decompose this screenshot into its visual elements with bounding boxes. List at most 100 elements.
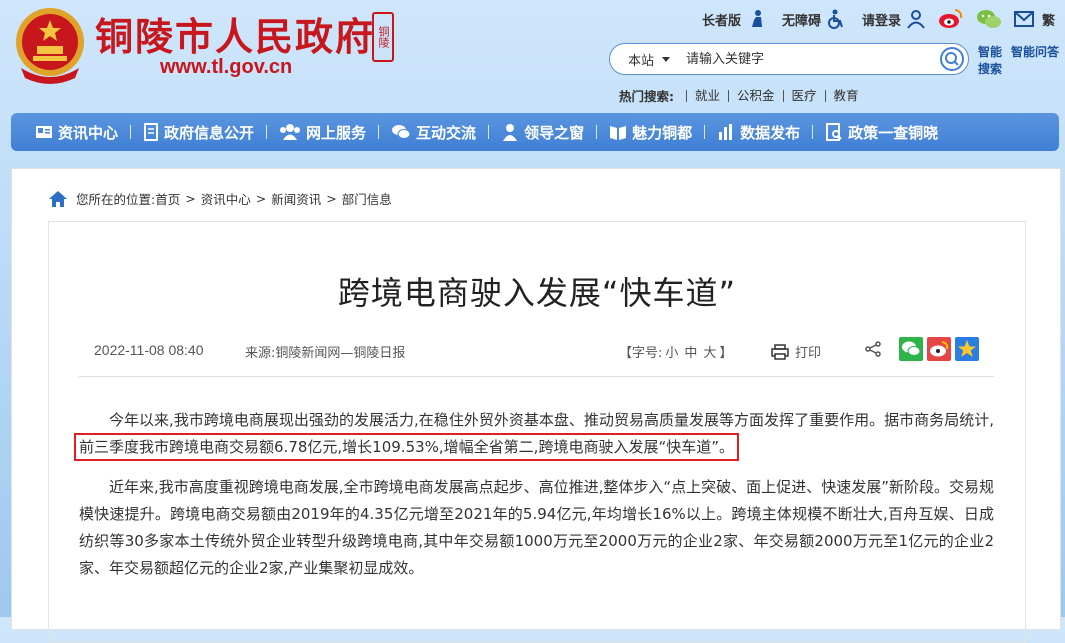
nav-label: 数据发布	[740, 123, 801, 142]
star-icon	[958, 340, 976, 357]
breadcrumb-separator: >	[326, 191, 337, 206]
weibo-link[interactable]	[938, 8, 964, 30]
weibo-icon	[938, 9, 963, 28]
wechat-icon	[976, 10, 1001, 28]
article-title: 跨境电商驶入发展“快车道”	[337, 274, 737, 312]
highlighted-sentence: 前三季度我市跨境电商交易额6.78亿元,增长109.53%,增幅全省第二,跨境电…	[74, 433, 739, 461]
nav-label: 互动交流	[416, 123, 477, 142]
main-nav: 资讯中心 政府信息公开 网上服务 互动交流 领导之窗 魅力铜都 数据发布 政策一…	[11, 113, 1059, 151]
wheelchair-icon	[827, 9, 843, 29]
search-bar: 本站	[609, 43, 969, 75]
person-icon	[503, 124, 518, 141]
search-icon	[940, 47, 964, 71]
nav-label: 领导之窗	[524, 123, 585, 142]
smart-qa-link[interactable]: 智能问答	[1010, 44, 1060, 61]
login-label: 请登录	[861, 13, 901, 29]
accessibility-label: 无障碍	[781, 13, 821, 29]
font-size-end: 】	[719, 346, 733, 361]
elder-version-link[interactable]: 长者版	[702, 9, 766, 29]
site-header: 铜陵市人民政府 铜陵 www.tl.gov.cn 长者版 无障碍 请登录 繁 本…	[0, 0, 1065, 112]
article-card: 跨境电商驶入发展“快车道” 2022-11-08 08:40 来源:铜陵新闻网—…	[48, 221, 1026, 643]
nav-item-interaction[interactable]: 互动交流	[391, 113, 476, 151]
nav-label: 政府信息公开	[164, 123, 255, 142]
nav-divider	[130, 125, 132, 139]
traditional-chinese-link[interactable]: 繁	[1042, 10, 1055, 29]
login-link[interactable]: 请登录	[862, 9, 926, 29]
share-button[interactable]	[865, 341, 881, 361]
font-size-medium-button[interactable]: 中	[684, 346, 697, 361]
site-title[interactable]: 铜陵市人民政府	[95, 6, 375, 61]
top-links: 长者版 无障碍 请登录 繁	[686, 8, 1055, 30]
mail-link[interactable]	[1013, 11, 1034, 27]
paragraph-text: 今年以来,我市跨境电商展现出强劲的发展活力,在稳住外贸外资基本盘、推动贸易高质量…	[109, 411, 994, 429]
hot-keyword[interactable]: 就业	[686, 89, 728, 102]
wechat-icon	[902, 341, 921, 356]
print-button[interactable]: 打印	[771, 342, 821, 361]
breadcrumb-item-news[interactable]: 新闻资讯	[271, 189, 321, 208]
accessibility-link[interactable]: 无障碍	[782, 9, 846, 29]
breadcrumb-item-news-center[interactable]: 资讯中心	[201, 189, 251, 208]
nav-item-gov-info[interactable]: 政府信息公开	[143, 113, 254, 151]
hot-keyword[interactable]: 医疗	[782, 89, 825, 102]
policy-search-icon	[826, 123, 842, 141]
article-source: 来源:铜陵新闻网—铜陵日报	[245, 346, 406, 361]
nav-label: 政策一查铜晓	[848, 123, 939, 142]
search-button[interactable]	[938, 45, 966, 73]
printer-icon	[771, 343, 789, 360]
article-body: 今年以来,我市跨境电商展现出强劲的发展活力,在稳住外贸外资基本盘、推动贸易高质量…	[74, 407, 994, 595]
wechat-link[interactable]	[976, 8, 1002, 30]
print-label: 打印	[795, 346, 822, 361]
share-wechat-button[interactable]	[899, 337, 923, 361]
breadcrumb-item-dept-info[interactable]: 部门信息	[342, 189, 392, 208]
article-divider	[79, 376, 994, 377]
share-icon	[865, 341, 881, 357]
service-icon	[280, 124, 301, 140]
article-paragraph: 今年以来,我市跨境电商展现出强劲的发展活力,在稳住外贸外资基本盘、推动贸易高质量…	[74, 407, 994, 461]
national-emblem-icon	[16, 8, 84, 84]
nav-item-charm[interactable]: 魅力铜都	[609, 113, 692, 151]
mail-icon	[1013, 11, 1034, 27]
breadcrumb-prefix: 您所在的位置:	[76, 192, 156, 207]
site-url[interactable]: www.tl.gov.cn	[160, 56, 292, 79]
nav-item-leaders[interactable]: 领导之窗	[501, 113, 584, 151]
weibo-icon	[930, 341, 949, 357]
elder-version-label: 长者版	[701, 13, 741, 29]
share-weibo-button[interactable]	[927, 337, 951, 361]
share-targets	[899, 337, 979, 361]
hot-keyword[interactable]: 公积金	[728, 89, 783, 102]
breadcrumb-separator: >	[255, 191, 267, 206]
nav-divider	[704, 125, 706, 139]
nav-divider	[266, 125, 268, 139]
article-meta: 2022-11-08 08:40 来源:铜陵新闻网—铜陵日报 【字号: 小中大】 …	[79, 337, 994, 364]
bar-chart-icon	[719, 124, 733, 140]
share-qzone-button[interactable]	[955, 337, 979, 361]
font-size-controls: 【字号: 小中大】	[619, 342, 732, 361]
search-input[interactable]	[684, 50, 919, 68]
hot-search: 热门搜索: 就业 公积金 医疗 教育	[619, 86, 867, 105]
nav-divider	[378, 125, 380, 139]
nav-divider	[812, 125, 814, 139]
nav-item-policy[interactable]: 政策一查铜晓	[825, 113, 938, 151]
breadcrumb-item-home[interactable]: 首页	[155, 189, 180, 208]
search-scope-select[interactable]: 本站	[628, 50, 654, 69]
chevron-down-icon[interactable]	[662, 56, 671, 62]
home-icon	[49, 190, 67, 207]
user-icon	[907, 10, 925, 29]
nav-divider	[488, 125, 490, 139]
seal-logo: 铜陵	[372, 12, 394, 62]
font-size-large-button[interactable]: 大	[703, 346, 716, 361]
chat-icon	[392, 125, 411, 139]
font-size-label: 【字号:	[619, 346, 663, 361]
smart-search-link[interactable]: 智能搜索	[976, 44, 1004, 78]
nav-item-online-service[interactable]: 网上服务	[279, 113, 366, 151]
hot-keyword[interactable]: 教育	[824, 89, 867, 102]
hot-search-label: 热门搜索:	[619, 89, 674, 104]
nav-divider	[596, 125, 598, 139]
font-size-small-button[interactable]: 小	[665, 346, 678, 361]
nav-item-news[interactable]: 资讯中心	[35, 113, 118, 151]
nav-label: 网上服务	[306, 123, 367, 142]
elder-icon	[751, 10, 762, 27]
breadcrumb: 您所在的位置: 首页 > 资讯中心 > 新闻资讯 > 部门信息	[48, 189, 392, 208]
nav-item-data[interactable]: 数据发布	[717, 113, 800, 151]
nav-label: 魅力铜都	[632, 123, 693, 142]
